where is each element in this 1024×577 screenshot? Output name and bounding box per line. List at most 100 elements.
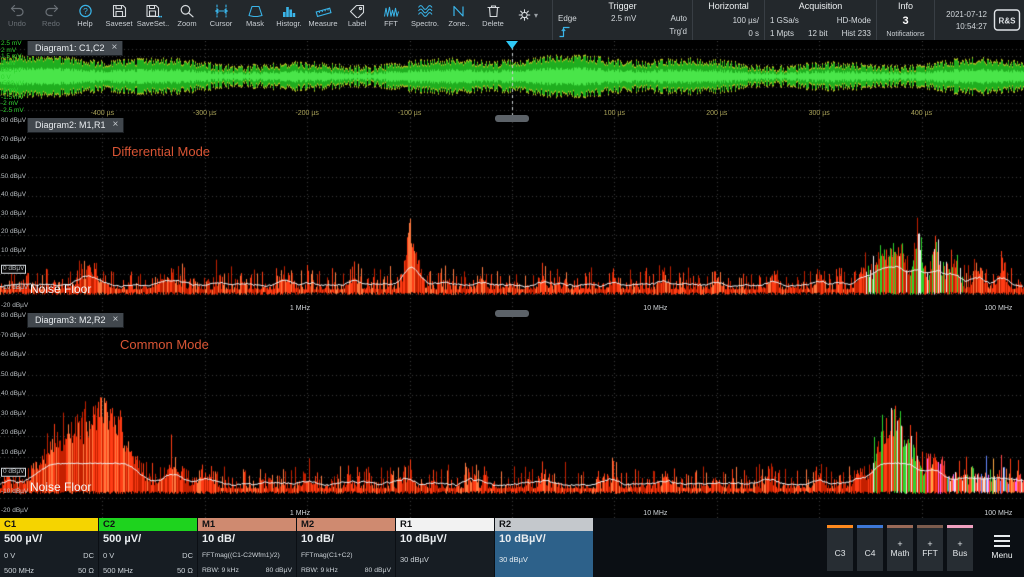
x-axis-label: 1 MHz [289,305,311,312]
m1-rbw: RBW: 9 kHz [202,567,239,575]
add-c3-button[interactable]: C3 [827,524,853,571]
c2-coupling: DC [182,550,193,560]
trigger-position-marker[interactable] [506,41,518,49]
zoom-label: Zoom [177,19,197,28]
add-fft-button[interactable]: + FFT [917,524,943,571]
horizontal-panel[interactable]: Horizontal 100 µs/ 0 s [692,0,764,40]
y-axis-label: 20 dBµV [1,428,27,436]
diagram2-tab[interactable]: Diagram2: M1,R1 × [27,118,125,133]
y-axis-label: 70 dBµV [1,135,27,143]
zone-label: Zone.. [448,19,470,28]
info-panel[interactable]: Info 3 Notifications [876,0,934,40]
spectrogram-icon [417,5,432,17]
mask-button[interactable]: Mask [238,0,272,40]
y-axis-label: 10 dBµV [1,246,27,254]
diagram1-waveform-canvas[interactable] [0,41,1024,118]
help-button[interactable]: ? Help [68,0,102,40]
signal-badge-r2[interactable]: R2 10 dBµV/ 30 dBµV [495,518,593,577]
y-axis-label: 10 dBµV [1,448,27,456]
x-axis-label: 100 µs [603,110,625,117]
splitter-handle[interactable] [495,115,529,122]
splitter-handle[interactable] [495,310,529,317]
saveset-button[interactable]: Saveset [102,0,136,40]
delete-button[interactable]: Delete [476,0,510,40]
math-m1-label: M1 [198,518,296,531]
info-count: 3 [902,14,909,27]
undo-button[interactable]: Undo [0,0,34,40]
saveset-icon [112,4,126,18]
add-c4-button[interactable]: C4 [857,524,883,571]
add-math-button[interactable]: + Math [887,524,913,571]
cursor-button[interactable]: Cursor [204,0,238,40]
label-label: Label [347,19,367,28]
cursor-icon [214,4,228,18]
m2-scale: 10 dB/ [301,533,335,545]
m1-formula: FFTmag((C1-C2Wfm1)/2) [202,552,280,560]
saveset-more-label: SaveSet.. [136,19,170,28]
x-axis-label: 1 MHz [289,510,311,517]
horizontal-scale: 100 µs/ [732,15,759,25]
acquisition-title: Acquisition [798,1,843,11]
add-c3-label: C3 [834,547,846,558]
diagram3-tab[interactable]: Diagram3: M2,R2 × [27,313,125,328]
signal-badge-c1[interactable]: C1 500 µV/ 0 V DC 500 MHz 50 Ω [0,518,98,577]
add-c4-label: C4 [864,547,876,558]
redo-label: Redo [42,19,60,28]
y-axis-label: -2.5 mV [1,106,24,114]
y-axis-label: 70 dBµV [1,331,27,339]
histogram-label: Histogr. [276,19,302,28]
math-m2-label: M2 [297,518,395,531]
label-icon [349,4,364,18]
info-title: Info [897,1,913,11]
signal-bar: C1 500 µV/ 0 V DC 500 MHz 50 Ω C2 500 µV/ … [0,518,1024,577]
clock: 2021-07-12 10:54:27 [934,0,990,40]
delete-label: Delete [482,19,504,28]
close-icon[interactable]: × [112,43,118,53]
acq-sample-rate: 1 GSa/s [770,15,799,25]
zone-icon [452,5,464,17]
saveset-more-button[interactable]: SaveSet.. [136,0,170,40]
measure-button[interactable]: Measure [306,0,340,40]
diagram1-tab[interactable]: Diagram1: C1,C2 × [27,41,124,56]
fft-icon [383,6,399,17]
signal-badge-c2[interactable]: C2 500 µV/ 0 V DC 500 MHz 50 Ω [99,518,197,577]
y-axis-label: 60 dBµV [1,153,27,161]
horizontal-title: Horizontal [708,1,749,11]
signal-badge-m2[interactable]: M2 10 dB/ FFTmag(C1+C2) RBW: 9 kHz 80 dBµ… [297,518,395,577]
mask-icon [247,5,263,18]
plus-icon: + [957,538,963,549]
differential-mode-annotation: Differential Mode [112,144,211,159]
diagram2: Diagram2: M1,R1 × Differential Mode Nois… [0,117,1024,317]
close-icon[interactable]: × [113,120,119,130]
trigger-title: Trigger [608,1,637,11]
measure-label: Measure [308,19,338,28]
add-fft-label: FFT [922,547,938,558]
signal-badge-m1[interactable]: M1 10 dB/ FFTmag((C1-C2Wfm1)/2) RBW: 9 k… [198,518,296,577]
c1-impedance: 50 Ω [77,565,94,575]
add-bus-button[interactable]: + Bus [947,524,973,571]
c2-offset: 0 V [103,550,115,560]
x-axis-label: -300 µs [193,110,217,117]
label-button[interactable]: Label [340,0,374,40]
settings-button[interactable]: ▾ [510,0,544,40]
m1-scale: 10 dB/ [202,533,236,545]
x-axis-label: 100 MHz [984,305,1013,312]
trigger-panel[interactable]: Trigger Edge 2.5 mV Auto Trg'd [552,0,692,40]
menu-button[interactable]: Menu [980,518,1024,577]
redo-button[interactable]: Redo [34,0,68,40]
diagram1-tab-label: Diagram1: C1,C2 [35,43,105,53]
zoom-button[interactable]: Zoom [170,0,204,40]
ref-r1-label: R1 [396,518,494,531]
fft-button[interactable]: FFT [374,0,408,40]
signal-badge-r1[interactable]: R1 10 dBµV/ 30 dBµV [396,518,494,577]
acquisition-panel[interactable]: Acquisition 1 GSa/s HD-Mode 1 Mpts 12 bi… [764,0,876,40]
add-signal-buttons: C3 C4 + Math + FFT + Bus [827,518,979,577]
histogram-button[interactable]: Histogr. [272,0,306,40]
zone-button[interactable]: Zone.. [442,0,476,40]
channel-c1-label: C1 [0,518,98,531]
close-icon[interactable]: × [113,315,119,325]
y-axis-label: 20 dBµV [1,227,27,235]
x-axis-label: 200 µs [706,110,728,117]
spectrogram-button[interactable]: Spectro. [408,0,442,40]
